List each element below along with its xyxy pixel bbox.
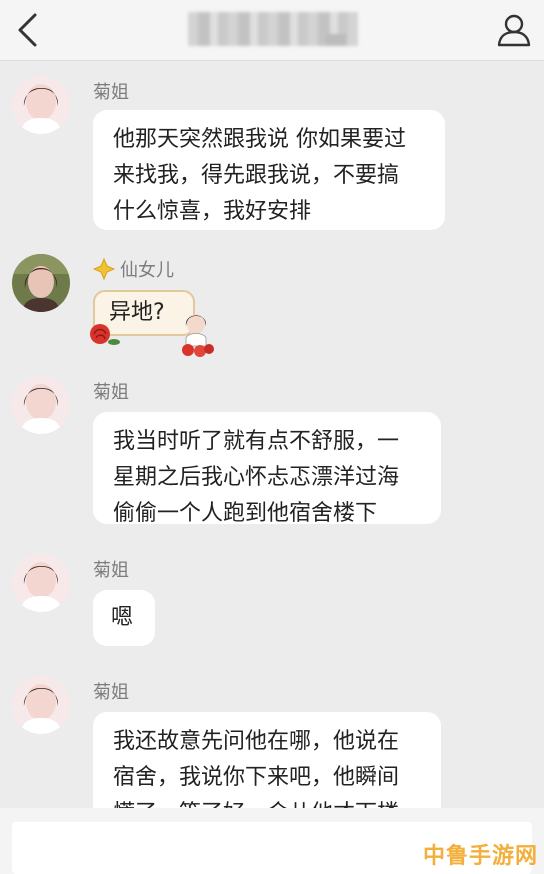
avatar[interactable] (12, 554, 70, 612)
sender-name: 菊姐 (93, 382, 129, 403)
avatar[interactable] (12, 676, 70, 734)
avatar[interactable] (12, 254, 70, 312)
chat-title-obscured (188, 12, 358, 46)
avatar[interactable] (12, 76, 70, 134)
message-bubble[interactable]: 我当时听了就有点不舒服，一 星期之后我心怀忐忑漂洋过海 偷偷一个人跑到他宿舍楼下 (93, 412, 441, 526)
sender-name: 菊姐 (93, 560, 129, 581)
person-icon (497, 14, 531, 47)
top-nav-bar (0, 0, 544, 61)
sender-name: 仙女儿 (120, 260, 174, 281)
chat-info-button[interactable] (492, 8, 536, 52)
avatar[interactable] (12, 376, 70, 434)
back-button[interactable] (6, 8, 50, 52)
sender-name: 菊姐 (93, 82, 129, 103)
sender-name: 菊姐 (93, 682, 129, 703)
chevron-left-icon (18, 13, 37, 47)
rose-sticker-icon (90, 324, 120, 345)
message-bubble[interactable]: 嗯 (93, 590, 155, 646)
watermark: 中鲁手游网 (422, 844, 538, 869)
girl-sticker-icon (182, 314, 214, 357)
sender-name-row: 仙女儿 (93, 256, 174, 282)
diamond-sparkle-icon (93, 258, 115, 280)
message-bubble[interactable]: 他那天突然跟我说 你如果要过 来找我，得先跟我说，不要搞 什么惊喜，我好安排 (93, 110, 445, 230)
